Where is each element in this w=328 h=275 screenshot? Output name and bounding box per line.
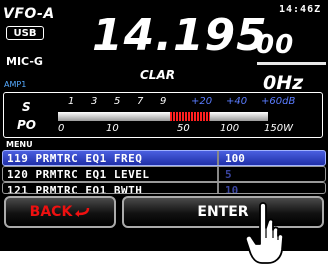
menu-item-value: 10: [225, 184, 239, 194]
menu-item-value: 5: [225, 168, 232, 181]
meter-bar: [58, 112, 268, 121]
po-tick: 0: [58, 123, 65, 134]
s-tick: +20: [191, 96, 213, 107]
menu-item-label: 120 PRMTRC EQ1 LEVEL: [7, 168, 150, 181]
enter-button-label: ENTER: [197, 204, 249, 220]
po-tick: 100: [220, 123, 240, 134]
back-button[interactable]: BACK: [4, 196, 116, 228]
s-scale: 1 3 5 7 9 +20 +40 +60dB: [58, 96, 318, 110]
s-tick: 5: [114, 96, 121, 107]
menu-item-119[interactable]: 119 PRMTRC EQ1 FREQ 100: [2, 150, 326, 166]
po-scale: 0 10 50 100 150W: [58, 123, 318, 137]
s-tick: 3: [91, 96, 98, 107]
meter-s-label: S: [22, 100, 31, 114]
po-tick: 10: [106, 123, 119, 134]
mic-gain-label: MIC-G: [6, 55, 43, 68]
frequency-main[interactable]: 14.195: [92, 10, 268, 62]
meter-po-label: PO: [17, 118, 36, 132]
s-tick: 7: [137, 96, 144, 107]
po-tick: 50: [177, 123, 190, 134]
mic-gain-fill: [62, 61, 257, 66]
meter-peak-segment: [170, 112, 210, 121]
s-tick: +60dB: [261, 96, 296, 107]
s-tick: 9: [160, 96, 167, 107]
clar-offset: 0Hz: [263, 72, 304, 94]
menu-item-label: 119 PRMTRC EQ1 FREQ: [7, 152, 143, 165]
menu-item-120[interactable]: 120 PRMTRC EQ1 LEVEL 5: [2, 166, 326, 182]
clock: 14:46Z: [279, 4, 322, 15]
menu-item-label: 121 PRMTRC EQ1 BWTH: [7, 184, 143, 194]
menu-item-121[interactable]: 121 PRMTRC EQ1 BWTH 10: [2, 182, 326, 194]
amp-label: AMP1: [4, 80, 27, 89]
row-divider: [217, 151, 219, 165]
row-divider: [217, 167, 219, 181]
row-divider: [217, 183, 219, 193]
menu-label: MENU: [6, 140, 33, 149]
mode-badge[interactable]: USB: [6, 26, 44, 40]
frequency-sub: 00: [256, 30, 295, 60]
back-button-label: BACK: [29, 204, 73, 220]
s-tick: +40: [226, 96, 248, 107]
pointing-hand-icon: [244, 202, 285, 264]
menu-item-value: 100: [225, 152, 245, 165]
return-arrow-icon: [75, 207, 90, 217]
vfo-label: VFO-A: [3, 6, 55, 22]
po-tick: 150W: [264, 123, 293, 134]
clar-label: CLAR: [140, 68, 175, 82]
s-tick: 1: [68, 96, 75, 107]
